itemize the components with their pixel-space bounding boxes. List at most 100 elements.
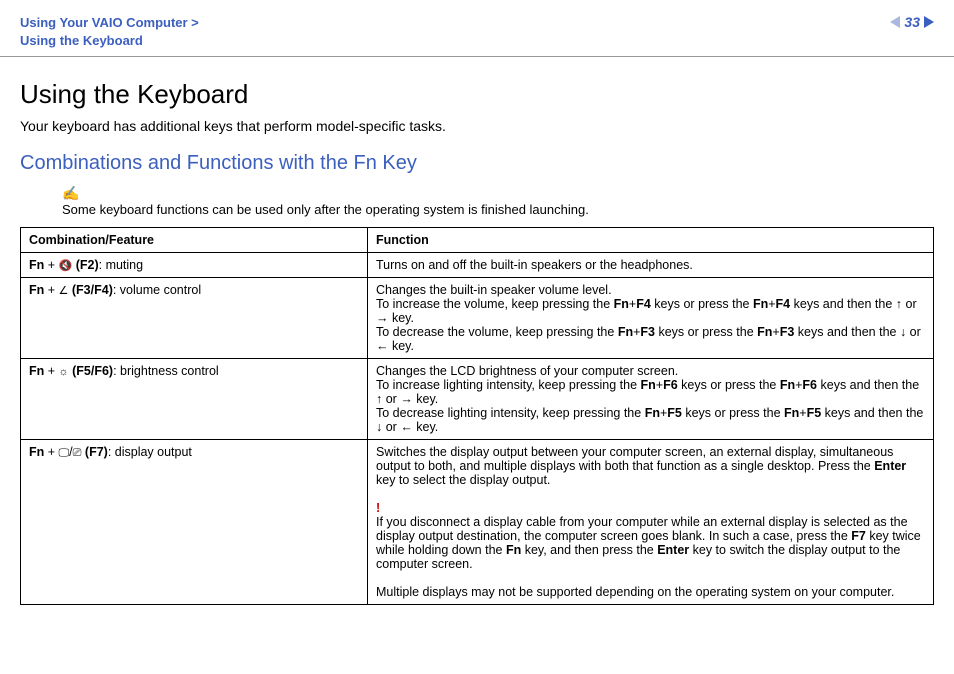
breadcrumb-line1: Using Your VAIO Computer >	[20, 15, 199, 30]
table-row: Fn + 🔇 (F2): muting Turns on and off the…	[21, 253, 934, 278]
t: key.	[389, 339, 414, 353]
func-cell: Changes the LCD brightness of your compu…	[368, 359, 934, 440]
mute-icon: 🔇	[59, 260, 73, 272]
t: To increase the volume, keep pressing th…	[376, 297, 614, 311]
combo-cell: Fn + 🖵/⎚ (F7): display output	[21, 440, 368, 605]
brightness-icon: ☼	[59, 366, 69, 378]
next-page-icon[interactable]	[924, 16, 934, 28]
note-icon: ✍	[62, 185, 934, 202]
func-cell: Switches the display output between your…	[368, 440, 934, 605]
plus: +	[44, 364, 58, 378]
col-header-combo: Combination/Feature	[21, 228, 368, 253]
col-header-func: Function	[368, 228, 934, 253]
t: key.	[413, 392, 438, 406]
lcd-icon: 🖵	[59, 447, 70, 459]
t: Fn	[757, 325, 772, 339]
key-label: (F2)	[72, 258, 98, 272]
func-cell: Changes the built-in speaker volume leve…	[368, 278, 934, 359]
t: key.	[413, 420, 438, 434]
right-arrow-icon: →	[376, 311, 389, 325]
left-arrow-icon: ←	[376, 339, 389, 353]
content: Using the Keyboard Your keyboard has add…	[0, 57, 954, 625]
note: ✍ Some keyboard functions can be used on…	[62, 185, 934, 217]
t: F4	[776, 297, 791, 311]
t: keys or press the	[655, 325, 757, 339]
t: +	[656, 378, 663, 392]
t: keys and then the	[817, 378, 919, 392]
t: keys or press the	[678, 378, 780, 392]
t: F4	[636, 297, 651, 311]
t: keys and then the	[794, 325, 900, 339]
right-arrow-icon: →	[400, 392, 413, 406]
t: or	[902, 297, 917, 311]
func-cell: Turns on and off the built-in speakers o…	[368, 253, 934, 278]
feature-label: : volume control	[113, 283, 201, 297]
t: Fn	[753, 297, 768, 311]
t: To increase lighting intensity, keep pre…	[376, 378, 641, 392]
key-label: (F7)	[81, 445, 107, 459]
t: To decrease lighting intensity, keep pre…	[376, 406, 645, 420]
t: +	[768, 297, 775, 311]
volume-icon: ∠	[59, 285, 69, 297]
t: Switches the display output between your…	[376, 445, 893, 473]
t: +	[772, 325, 779, 339]
fn-key: Fn	[29, 283, 44, 297]
t: F5	[667, 406, 682, 420]
page-number: 33	[904, 14, 920, 30]
table-row: Fn + ∠ (F3/F4): volume control Changes t…	[21, 278, 934, 359]
plus: +	[44, 445, 58, 459]
left-arrow-icon: ←	[400, 420, 413, 434]
t: key to select the display output.	[376, 473, 550, 487]
table-header-row: Combination/Feature Function	[21, 228, 934, 253]
breadcrumb-line2: Using the Keyboard	[20, 33, 143, 48]
t: or	[906, 325, 921, 339]
table-row: Fn + ☼ (F5/F6): brightness control Chang…	[21, 359, 934, 440]
fn-key: Fn	[29, 258, 44, 272]
t: or	[382, 420, 400, 434]
t: F7	[851, 529, 866, 543]
t: or	[382, 392, 400, 406]
intro-text: Your keyboard has additional keys that p…	[20, 118, 934, 134]
table-row: Fn + 🖵/⎚ (F7): display output Switches t…	[21, 440, 934, 605]
combo-cell: Fn + 🔇 (F2): muting	[21, 253, 368, 278]
func-line: Changes the LCD brightness of your compu…	[376, 364, 678, 378]
breadcrumb: Using Your VAIO Computer > Using the Key…	[20, 14, 199, 50]
combo-cell: Fn + ∠ (F3/F4): volume control	[21, 278, 368, 359]
t: Enter	[874, 459, 906, 473]
note-text: Some keyboard functions can be used only…	[62, 202, 934, 217]
t: keys or press the	[682, 406, 784, 420]
t: Fn	[780, 378, 795, 392]
t: F3	[780, 325, 795, 339]
t: Fn	[784, 406, 799, 420]
plus: +	[44, 258, 58, 272]
t: key, and then press the	[521, 543, 657, 557]
t: F6	[663, 378, 678, 392]
page-title: Using the Keyboard	[20, 79, 934, 110]
t: To decrease the volume, keep pressing th…	[376, 325, 618, 339]
t: +	[799, 406, 806, 420]
plus: +	[44, 283, 58, 297]
combo-cell: Fn + ☼ (F5/F6): brightness control	[21, 359, 368, 440]
fn-key: Fn	[29, 364, 44, 378]
key-label: (F5/F6)	[69, 364, 113, 378]
page-nav: 33	[890, 14, 934, 30]
t: F3	[640, 325, 655, 339]
t: keys and then the	[790, 297, 896, 311]
feature-label: : display output	[108, 445, 192, 459]
page-header: Using Your VAIO Computer > Using the Key…	[0, 0, 954, 57]
t: Fn	[614, 297, 629, 311]
fn-key-table: Combination/Feature Function Fn + 🔇 (F2)…	[20, 227, 934, 605]
t: If you disconnect a display cable from y…	[376, 515, 908, 543]
func-line: Changes the built-in speaker volume leve…	[376, 283, 612, 297]
prev-page-icon[interactable]	[890, 16, 900, 28]
t: Fn	[645, 406, 660, 420]
t: Enter	[657, 543, 689, 557]
t: Fn	[618, 325, 633, 339]
warning-icon: !	[376, 501, 380, 515]
key-label: (F3/F4)	[68, 283, 112, 297]
feature-label: : muting	[99, 258, 143, 272]
t: Fn	[641, 378, 656, 392]
t: Fn	[506, 543, 521, 557]
t: key.	[389, 311, 414, 325]
t: keys and then the	[821, 406, 923, 420]
